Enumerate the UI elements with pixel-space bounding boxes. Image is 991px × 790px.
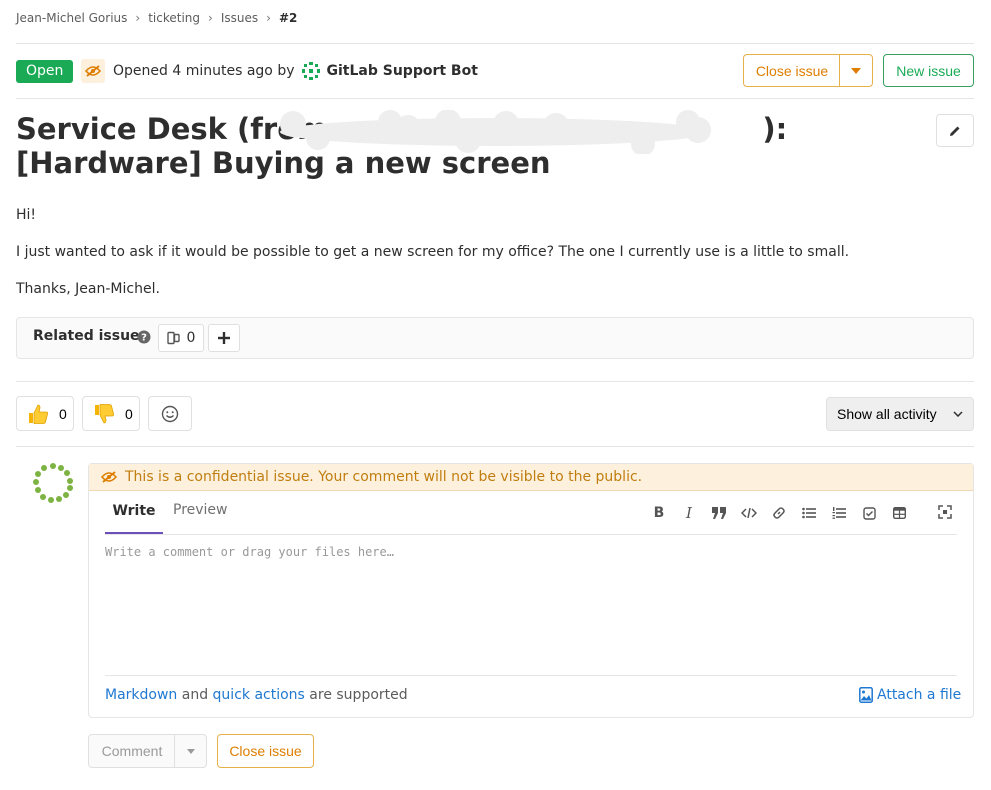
breadcrumb-issues[interactable]: Issues [221,11,258,25]
caret-down-icon [851,67,861,74]
markdown-toolbar: B I [650,504,908,522]
markdown-link[interactable]: Markdown [105,687,177,703]
chevron-down-icon [953,411,963,417]
breadcrumb-separator: › [266,11,271,25]
opened-by: by [277,63,295,79]
attach-file-label: Attach a file [877,687,962,703]
markdown-hint-and: and [181,687,209,703]
status-badge: Open [16,60,74,83]
breadcrumb-project[interactable]: ticketing [148,11,200,25]
redaction-scribble [280,110,711,154]
eye-slash-icon [101,471,117,483]
close-issue-bottom-button[interactable]: Close issue [217,734,314,768]
fullscreen-icon[interactable] [938,505,956,521]
italic-icon[interactable]: I [680,504,698,522]
activity-filter-label: Show all activity [837,406,937,422]
breadcrumb-current[interactable]: #2 [279,11,297,25]
issues-icon [166,331,180,345]
thumbs-up-award-button[interactable]: 0 [16,396,74,431]
edit-title-button[interactable] [936,114,974,147]
bullet-list-icon[interactable] [800,505,818,521]
eye-slash-icon [85,65,101,77]
caret-down-icon [186,748,195,754]
numbered-list-icon[interactable] [830,505,848,521]
breadcrumb-separator: › [208,11,213,25]
breadcrumb-separator: › [135,11,141,25]
table-icon[interactable] [890,505,908,521]
quote-icon[interactable] [710,505,728,521]
confidential-warning: This is a confidential issue. Your comme… [89,464,973,491]
pencil-icon [950,126,960,136]
breadcrumb-user[interactable]: Jean-Michel Gorius [16,11,127,25]
markdown-hint-supported: are supported [309,687,408,703]
attach-file-link[interactable]: Attach a file [859,687,961,703]
author-link[interactable]: GitLab Support Bot [327,63,478,79]
comment-type-dropdown-toggle[interactable] [174,734,207,768]
markdown-hint: Markdown and quick actions are supported [105,687,408,703]
confidential-badge [81,59,105,83]
bold-icon[interactable]: B [650,505,668,521]
add-reaction-button[interactable] [148,396,192,431]
smiley-icon [161,405,179,422]
issue-meta: Opened 4 minutes ago by GitLab Support B… [113,61,478,81]
opened-time[interactable]: 4 minutes ago [172,63,273,79]
activity-filter-dropdown[interactable]: Show all activity [826,397,974,431]
close-issue-button[interactable]: Close issue [743,54,840,87]
related-issues-count: 0 [158,324,204,352]
plus-icon [218,332,230,344]
quick-actions-link[interactable]: quick actions [213,687,305,703]
related-count-value: 0 [186,330,196,346]
thumbs-down-award-button[interactable]: 0 [82,396,140,431]
tab-preview[interactable]: Preview [173,502,228,518]
task-list-icon[interactable] [860,505,878,521]
tab-write[interactable]: Write [105,502,163,534]
breadcrumb: Jean-Michel Gorius › ticketing › Issues … [16,11,297,25]
confidential-warning-text: This is a confidential issue. Your comme… [125,469,643,485]
thumbs-up-count: 0 [59,405,67,422]
close-issue-dropdown-toggle[interactable] [839,54,873,87]
thumbs-down-icon [95,403,114,423]
description-line: I just wanted to ask if it would be poss… [16,244,850,260]
add-related-issue-button[interactable] [208,324,240,352]
link-icon[interactable] [770,505,788,521]
question-circle-icon[interactable]: ? [137,330,151,344]
thumbs-down-count: 0 [125,405,133,422]
related-issues-title: Related issues [33,328,148,344]
comment-button[interactable]: Comment [88,734,175,768]
svg-text:?: ? [141,333,147,344]
editor-footer-divider [105,675,957,676]
divider [16,98,974,99]
divider [16,381,974,382]
opened-prefix: Opened [113,63,168,79]
new-issue-button[interactable]: New issue [883,54,974,87]
image-icon [859,687,873,703]
tabs-divider [105,534,957,535]
description-line: Thanks, Jean-Michel. [16,281,160,297]
divider [16,43,974,44]
divider [16,446,974,447]
thumbs-up-icon [29,404,48,424]
code-icon[interactable] [740,505,758,521]
bot-avatar-icon[interactable] [300,61,321,81]
description-line: Hi! [16,207,37,223]
comment-textarea[interactable] [105,545,957,670]
user-avatar[interactable] [33,463,73,503]
